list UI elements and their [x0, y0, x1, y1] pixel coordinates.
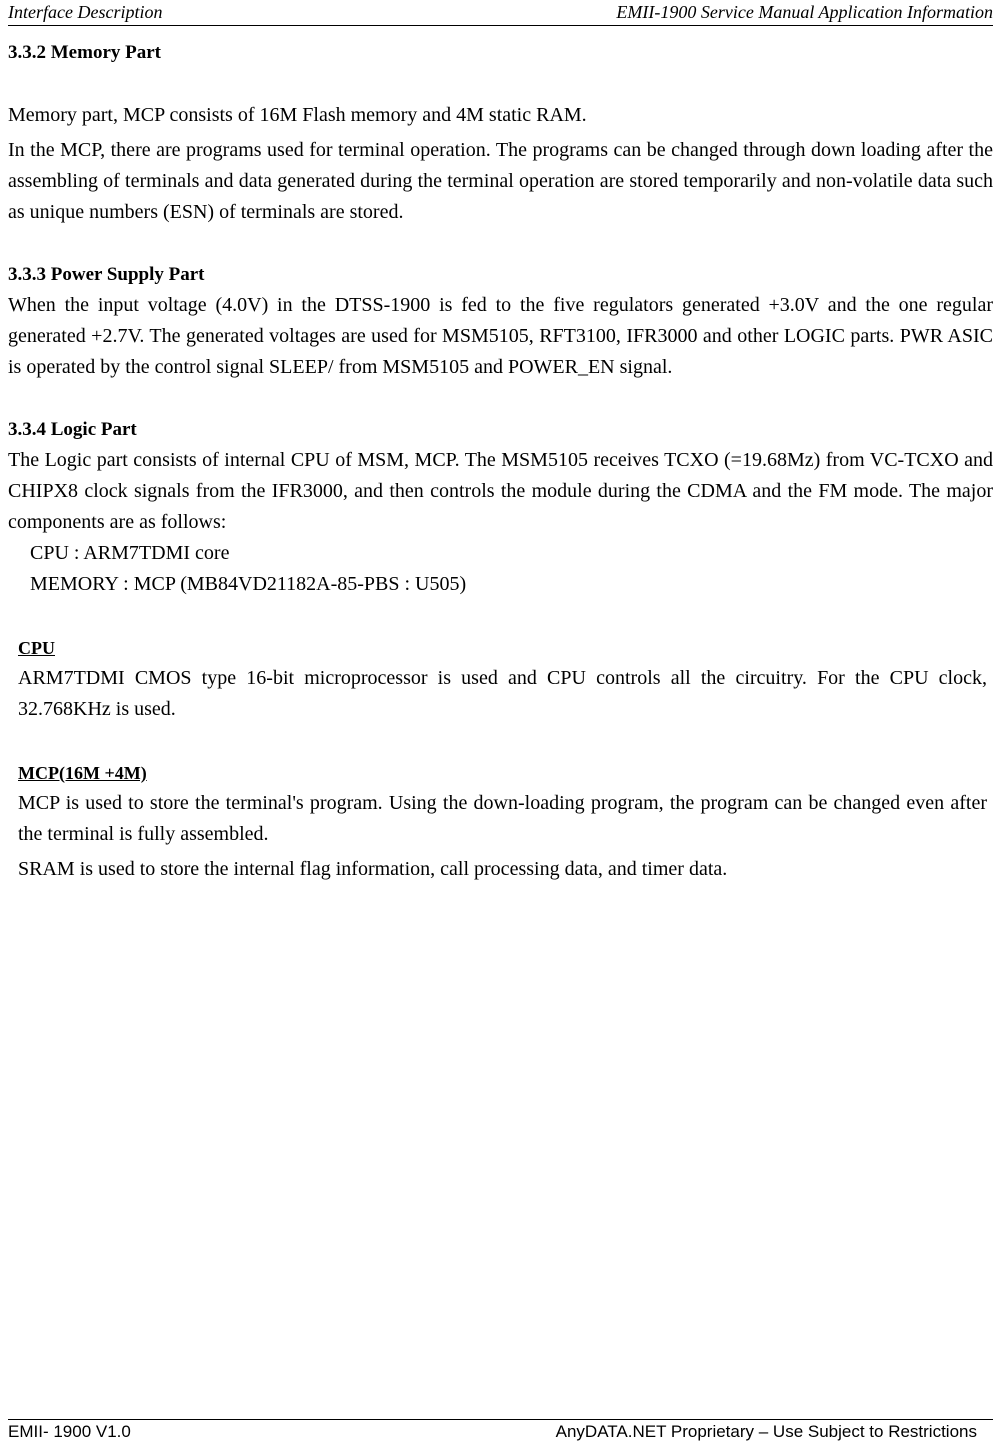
header-left: Interface Description [8, 2, 162, 23]
subheading-cpu: CPU [18, 638, 993, 659]
page-footer: EMII- 1900 V1.0 AnyDATA.NET Proprietary … [8, 1419, 993, 1442]
footer-left: EMII- 1900 V1.0 [8, 1422, 131, 1442]
logic-item-memory: MEMORY : MCP (MB84VD21182A-85-PBS : U505… [30, 569, 993, 600]
mcp-para1: MCP is used to store the terminal's prog… [18, 788, 987, 850]
memory-para2: In the MCP, there are programs used for … [8, 135, 993, 228]
page-header: Interface Description EMII-1900 Service … [8, 2, 993, 26]
heading-memory-part: 3.3.2 Memory Part [8, 42, 993, 64]
memory-para1: Memory part, MCP consists of 16M Flash m… [8, 100, 993, 131]
cpu-para: ARM7TDMI CMOS type 16-bit microprocessor… [18, 663, 987, 725]
subheading-mcp: MCP(16M +4M) [18, 763, 993, 784]
logic-item-cpu: CPU : ARM7TDMI core [30, 538, 993, 569]
power-para: When the input voltage (4.0V) in the DTS… [8, 290, 993, 383]
heading-power-supply: 3.3.3 Power Supply Part [8, 264, 993, 286]
header-right: EMII-1900 Service Manual Application Inf… [616, 2, 993, 23]
heading-logic-part: 3.3.4 Logic Part [8, 419, 993, 441]
mcp-para2: SRAM is used to store the internal flag … [18, 854, 987, 885]
footer-right: AnyDATA.NET Proprietary – Use Subject to… [556, 1422, 993, 1442]
logic-para: The Logic part consists of internal CPU … [8, 445, 993, 538]
